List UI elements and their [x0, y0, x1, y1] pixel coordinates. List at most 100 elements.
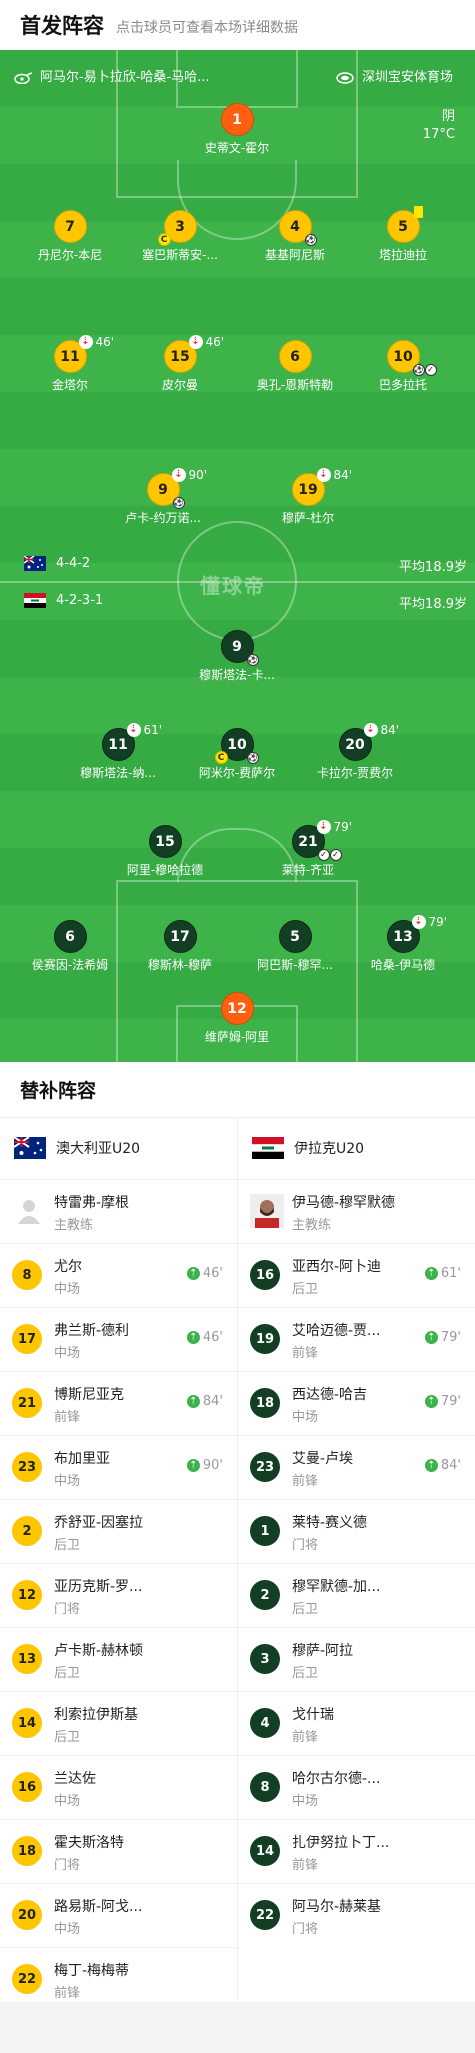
player-number-badge: 3 [250, 1644, 280, 1674]
sub-time: 84' [333, 468, 353, 482]
sub-time: 84' [440, 1458, 461, 1473]
substitute-row[interactable]: 18 霍夫斯洛特 门将 [0, 1819, 237, 1883]
player-number-badge: 10 C ⚽ [214, 728, 259, 764]
home-player[interactable]: 9 ⇣ 90' ⚽ 卢卡-约万诺... [98, 468, 228, 526]
substitute-row[interactable]: 2 穆罕默德-加... 后卫 [238, 1563, 475, 1627]
substitute-name: 亚西尔-阿卜迪 [292, 1259, 382, 1275]
home-player[interactable]: 1 史蒂文-霍尔 [172, 103, 302, 156]
substitute-row[interactable]: 14 扎伊努拉卜丁... 前锋 [238, 1819, 475, 1883]
sub-time: 79' [440, 1394, 461, 1409]
player-number-badge: 2 [12, 1516, 42, 1546]
player-number-badge: 1 [250, 1516, 280, 1546]
sub-off-icon: ⇣ [188, 335, 203, 349]
substitute-row[interactable]: 8 尤尔 中场 ⇡ 46' [0, 1243, 237, 1307]
player-number: 4 [290, 218, 300, 235]
away-player[interactable]: 12 维萨姆-阿里 [172, 992, 302, 1045]
substitute-row[interactable]: 8 哈尔古尔德-... 中场 [238, 1755, 475, 1819]
player-number: 10 [393, 348, 413, 365]
substitute-name: 艾曼-卢埃 [292, 1451, 354, 1467]
away-player[interactable]: 15 阿里-穆哈拉德 [100, 825, 230, 878]
home-player[interactable]: 5 塔拉迪拉 [338, 206, 468, 263]
sub-off-marker: ⇣ 79' [411, 915, 447, 929]
home-player[interactable]: 3C 塞巴斯蒂安-... [115, 210, 245, 263]
player-number-badge: 19 [250, 1324, 280, 1354]
substitute-name: 艾哈迈德-贾... [292, 1323, 381, 1339]
player-number-badge: 15 [148, 825, 182, 858]
player-name: 穆萨-杜尔 [281, 511, 335, 525]
home-player[interactable]: 10 ⚽ ✓ 巴多拉托 [338, 340, 468, 393]
referee-info: 阿马尔-易卜拉欣-哈桑-马哈... [14, 66, 209, 85]
watermark-logo: 懂球帝 [200, 574, 266, 598]
substitute-row[interactable]: 1 莱特-赛义德 门将 [238, 1499, 475, 1563]
player-number-badge: 23 [250, 1452, 280, 1482]
substitute-name: 穆萨-阿拉 [292, 1643, 354, 1659]
substitute-row[interactable]: 16 亚西尔-阿卜迪 后卫 ⇡ 61' [238, 1243, 475, 1307]
sub-time: 79' [440, 1330, 461, 1345]
player-name: 巴多拉托 [378, 378, 427, 392]
substitute-row[interactable]: 13 卢卡斯-赫林顿 后卫 [0, 1627, 237, 1691]
player-number: 15 [170, 348, 190, 365]
weather-temperature: 17°C [422, 127, 455, 142]
substitute-position: 前锋 [292, 1730, 319, 1745]
away-formation-row: 4-2-3-1 [24, 593, 103, 608]
player-number: 3 [175, 218, 185, 235]
substitute-position: 中场 [292, 1410, 319, 1425]
coach-photo [250, 1194, 284, 1228]
away-player[interactable]: 20 ⇣ 84' 卡拉尔-贾费尔 [290, 723, 420, 781]
substitute-row[interactable]: 20 路易斯-阿戈... 中场 [0, 1883, 237, 1947]
player-number-badge: 2 [250, 1580, 280, 1610]
sub-on-icon: ⇡ [186, 1459, 200, 1472]
captain-icon: C [157, 233, 171, 246]
assist-icon: ✓ [329, 849, 342, 861]
sub-on-time: ⇡ 79' [424, 1394, 461, 1409]
substitute-row[interactable]: 23 布加里亚 中场 ⇡ 90' [0, 1435, 237, 1499]
sub-on-icon: ⇡ [424, 1267, 438, 1280]
away-player[interactable]: 21 ⇣ 79' ✓ ✓ 莱特-齐亚 [243, 820, 373, 878]
substitute-row[interactable]: 14 利索拉伊斯基 后卫 [0, 1691, 237, 1755]
home-team-header: 澳大利亚U20 [0, 1117, 237, 1179]
coach-row[interactable]: 特雷弗-摩根 主教练 [0, 1179, 237, 1243]
coach-name: 伊马德-穆罕默德 [292, 1195, 396, 1211]
player-number-badge: 5 [386, 206, 423, 243]
player-number: 9 [232, 638, 242, 655]
player-name: 史蒂文-霍尔 [204, 141, 270, 155]
sub-time: 46' [205, 335, 225, 349]
away-player[interactable]: 9 ⚽ 穆斯塔法-卡... [172, 630, 302, 683]
substitute-row[interactable]: 19 艾哈迈德-贾... 前锋 ⇡ 79' [238, 1307, 475, 1371]
referee-name: 阿马尔-易卜拉欣-哈桑-马哈... [40, 70, 210, 85]
player-number-badge: 12 [220, 992, 254, 1025]
substitute-row[interactable]: 2 乔舒亚-因塞拉 后卫 [0, 1499, 237, 1563]
away-player[interactable]: 13 ⇣ 79' 哈桑-伊马德 [338, 915, 468, 973]
stadium-icon [336, 71, 354, 84]
substitute-row[interactable]: 22 阿马尔-赫莱基 门将 [238, 1883, 475, 1947]
away-player[interactable]: 17 穆斯林-穆萨 [115, 920, 245, 973]
home-player[interactable]: 19 ⇣ 84' 穆萨-杜尔 [243, 468, 373, 526]
away-player[interactable]: 11 ⇣ 61' 穆斯塔法-纳... [53, 723, 183, 781]
player-number: 21 [298, 833, 318, 850]
substitute-row[interactable]: 23 艾曼-卢埃 前锋 ⇡ 84' [238, 1435, 475, 1499]
home-player[interactable]: 15 ⇣ 46' 皮尔曼 [115, 335, 245, 393]
substitute-row[interactable]: 17 弗兰斯-德利 中场 ⇡ 46' [0, 1307, 237, 1371]
substitute-row[interactable]: 3 穆萨-阿拉 后卫 [238, 1627, 475, 1691]
venue-info: 深圳宝安体育场 [336, 66, 453, 85]
coach-row[interactable]: 伊马德-穆罕默德 主教练 [238, 1179, 475, 1243]
substitute-row[interactable]: 21 博斯尼亚克 前锋 ⇡ 84' [0, 1371, 237, 1435]
substitute-row[interactable]: 4 戈什瑞 前锋 [238, 1691, 475, 1755]
player-number-badge: 23 [12, 1452, 42, 1482]
away-player[interactable]: 10 C ⚽ 阿米尔-费萨尔 [172, 728, 302, 781]
substitute-row[interactable]: 16 兰达佐 中场 [0, 1755, 237, 1819]
australia-flag-icon [14, 1137, 46, 1159]
player-name: 卡拉尔-贾费尔 [316, 766, 394, 780]
player-number-badge: 11 ⇣ 46' [53, 335, 114, 373]
player-number-badge: 18 [12, 1836, 42, 1866]
goal-ball-icon: ⚽ [304, 234, 317, 246]
player-number: 20 [345, 736, 365, 753]
player-number-badge: 10 ⚽ ✓ [386, 340, 437, 376]
sub-off-marker: ⇣ 90' [171, 468, 207, 482]
player-name: 阿里-穆哈拉德 [126, 863, 204, 877]
substitute-name: 布加里亚 [54, 1451, 110, 1467]
goal-ball-icon: ⚽ [172, 497, 185, 509]
substitute-row[interactable]: 12 亚历克斯-罗... 门将 [0, 1563, 237, 1627]
sub-time: 46' [202, 1330, 223, 1345]
substitute-row[interactable]: 18 西达德-哈吉 中场 ⇡ 79' [238, 1371, 475, 1435]
